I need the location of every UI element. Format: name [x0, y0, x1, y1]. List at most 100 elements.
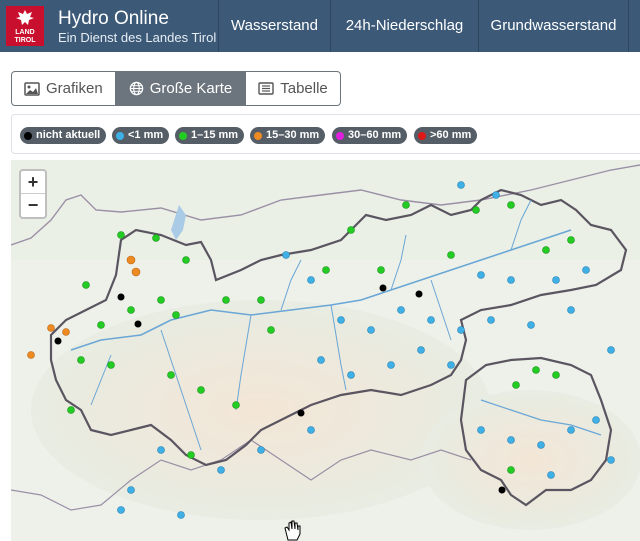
tab-tabelle-label: Tabelle: [280, 80, 328, 97]
station-marker: [498, 486, 506, 494]
legend-label: >60 mm: [430, 129, 472, 141]
station-marker: [307, 426, 315, 434]
tab-grosse-karte[interactable]: Große Karte: [115, 71, 246, 106]
station-marker: [131, 267, 141, 277]
legend-label: nicht aktuell: [36, 129, 101, 141]
station-marker: [447, 361, 455, 369]
view-tabs: Grafiken Große Karte Tabelle: [11, 71, 341, 106]
legend-over-60mm[interactable]: >60 mm: [414, 127, 478, 144]
station-marker: [567, 306, 575, 314]
station-marker: [387, 361, 395, 369]
station-marker: [457, 181, 465, 189]
station-marker: [427, 316, 435, 324]
station-marker: [472, 206, 480, 214]
legend-bar: nicht aktuell <1 mm 1–15 mm 15–30 mm 30–…: [11, 114, 640, 154]
nav-grundwasserstand[interactable]: Grundwasserstand: [478, 0, 628, 52]
station-marker: [67, 406, 75, 414]
land-tirol-logo[interactable]: LAND TIROL: [6, 6, 44, 46]
station-marker: [82, 281, 90, 289]
station-marker: [447, 251, 455, 259]
station-marker: [567, 236, 575, 244]
station-marker: [377, 266, 385, 274]
station-marker: [367, 326, 375, 334]
station-marker: [97, 321, 105, 329]
station-marker: [307, 276, 315, 284]
station-marker: [134, 320, 142, 328]
tab-tabelle[interactable]: Tabelle: [245, 71, 341, 106]
station-marker: [507, 201, 515, 209]
station-marker: [187, 451, 195, 459]
station-marker: [47, 324, 55, 332]
nav-24h-niederschlag[interactable]: 24h-Niederschlag: [330, 0, 478, 52]
station-marker: [592, 416, 600, 424]
legend-dot: [418, 131, 426, 140]
station-marker: [487, 316, 495, 324]
station-marker: [117, 506, 125, 514]
station-marker: [297, 409, 305, 417]
station-marker: [582, 266, 590, 274]
station-marker: [402, 201, 410, 209]
station-marker: [77, 356, 85, 364]
tab-grafiken[interactable]: Grafiken: [11, 71, 116, 106]
station-marker: [54, 337, 62, 345]
station-marker: [552, 276, 560, 284]
station-marker: [537, 441, 545, 449]
station-marker: [107, 361, 115, 369]
legend-nicht-aktuell[interactable]: nicht aktuell: [20, 127, 107, 144]
station-marker: [317, 356, 325, 364]
station-marker: [127, 486, 135, 494]
legend-dot: [179, 131, 187, 140]
tab-grafiken-label: Grafiken: [46, 80, 103, 97]
station-marker: [157, 446, 165, 454]
station-marker: [157, 296, 165, 304]
legend-label: 1–15 mm: [191, 129, 239, 141]
nav-wasserstand[interactable]: Wasserstand: [218, 0, 330, 52]
table-icon: [258, 82, 274, 95]
zoom-out-button[interactable]: −: [21, 194, 45, 217]
app-title[interactable]: Hydro Online: [58, 8, 169, 30]
legend-1-15mm[interactable]: 1–15 mm: [175, 127, 245, 144]
station-marker: [347, 371, 355, 379]
legend-30-60mm[interactable]: 30–60 mm: [332, 127, 408, 144]
station-marker: [267, 326, 275, 334]
station-marker: [127, 306, 135, 314]
station-marker: [197, 386, 205, 394]
nav-more[interactable]: [628, 0, 640, 52]
station-marker: [417, 346, 425, 354]
station-marker: [607, 346, 615, 354]
eagle-icon: [16, 10, 34, 25]
station-marker: [167, 371, 175, 379]
station-marker: [257, 296, 265, 304]
station-marker: [512, 381, 520, 389]
map-canvas: [11, 160, 640, 541]
map-area[interactable]: [11, 160, 640, 541]
legend-label: <1 mm: [128, 129, 164, 141]
alpine-relief: [31, 300, 491, 520]
alpine-relief-east: [421, 390, 640, 530]
station-marker: [567, 426, 575, 434]
station-marker: [182, 256, 190, 264]
station-marker: [492, 191, 500, 199]
station-marker: [552, 371, 560, 379]
legend-label: 15–30 mm: [266, 129, 320, 141]
station-marker: [117, 293, 125, 301]
station-marker: [547, 471, 555, 479]
station-marker: [347, 226, 355, 234]
station-marker: [507, 466, 515, 474]
station-marker: [507, 276, 515, 284]
station-marker: [379, 284, 387, 292]
zoom-in-button[interactable]: +: [21, 171, 45, 194]
logo-text: LAND TIROL: [14, 29, 36, 44]
station-marker: [217, 466, 225, 474]
legend-15-30mm[interactable]: 15–30 mm: [250, 127, 326, 144]
station-marker: [457, 326, 465, 334]
station-marker: [397, 306, 405, 314]
station-marker: [322, 266, 330, 274]
hand-cursor-icon: [284, 520, 301, 541]
station-marker: [117, 231, 125, 239]
station-marker: [177, 511, 185, 519]
station-marker: [27, 351, 35, 359]
legend-under-1mm[interactable]: <1 mm: [112, 127, 170, 144]
station-marker: [232, 401, 240, 409]
station-marker: [62, 328, 70, 336]
